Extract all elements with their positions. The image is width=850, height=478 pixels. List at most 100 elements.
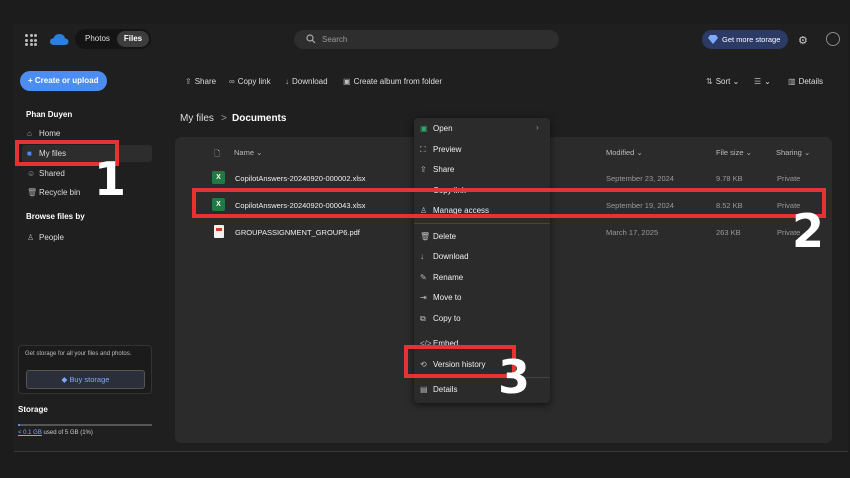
trash-icon: 🗑 (27, 188, 38, 197)
download-icon: ↓ (420, 252, 424, 261)
create-or-upload-button[interactable]: + Create or upload (20, 71, 107, 91)
column-header-label: File size (716, 148, 744, 157)
column-header-modified[interactable]: Modified ⌄ (606, 148, 643, 157)
menu-item-details[interactable]: ▤ Details (420, 385, 457, 394)
buy-storage-button[interactable]: ◆ Buy storage (26, 370, 145, 389)
share-label: Share (194, 77, 217, 86)
file-modified: September 23, 2024 (606, 174, 674, 183)
menu-item-copy-to[interactable]: ⧉ Copy to (420, 314, 461, 324)
home-icon: ⌂ (27, 129, 32, 138)
menu-item-move-to[interactable]: ⇥ Move to (420, 293, 461, 302)
rename-icon: ✎ (420, 273, 427, 282)
menu-item-label: Open (433, 124, 453, 133)
menu-item-rename[interactable]: ✎ Rename (420, 273, 463, 282)
trash-icon: 🗑 (420, 232, 431, 241)
share-button[interactable]: ⇪ Share (185, 77, 216, 86)
create-album-button[interactable]: ▣ Create album from folder (343, 77, 442, 86)
user-name: Phan Duyen (26, 110, 73, 119)
link-icon: ∞ (229, 77, 235, 86)
annotation-number-3: 3 (498, 350, 531, 404)
column-header-sharing[interactable]: Sharing ⌄ (776, 148, 810, 157)
app-launcher-icon[interactable] (25, 34, 37, 46)
browse-heading: Browse files by (26, 212, 85, 221)
file-name[interactable]: CopilotAnswers-20240920-000002.xlsx (235, 174, 366, 183)
account-avatar[interactable] (826, 32, 840, 46)
storage-used: < 0.1 GB used of 5 GB (1%) (18, 430, 93, 436)
breadcrumb-separator: > (221, 113, 227, 124)
preview-icon: ⛶ (420, 145, 426, 154)
sidebar-item-recycle-bin[interactable]: 🗑 Recycle bin (27, 188, 80, 197)
download-icon: ↓ (285, 77, 289, 86)
list-view-icon: ☰ (754, 77, 762, 86)
details-pane-icon: ▥ (788, 77, 796, 86)
get-more-storage-label: Get more storage (722, 35, 781, 44)
pdf-icon (214, 225, 224, 238)
column-header-name[interactable]: Name ⌄ (234, 148, 262, 157)
search-icon (306, 34, 316, 44)
excel-icon: X (212, 171, 225, 184)
menu-divider (414, 223, 550, 224)
sidebar-item-label: Recycle bin (39, 188, 81, 197)
create-album-label: Create album from folder (353, 77, 443, 86)
menu-item-preview[interactable]: ⛶ Preview (420, 145, 461, 155)
menu-item-label: Download (433, 252, 469, 261)
column-header-label: Name (234, 148, 255, 157)
annotation-number-2: 2 (792, 204, 825, 258)
buy-storage-label: Buy storage (69, 375, 110, 384)
menu-item-label: Preview (433, 145, 462, 154)
file-size: 9.78 KB (716, 174, 743, 183)
menu-item-open[interactable]: ▣ Open (420, 124, 453, 133)
storage-used-text: used of 5 GB (1%) (41, 430, 93, 436)
details-label: Details (798, 77, 824, 86)
file-modified: March 17, 2025 (606, 228, 659, 237)
storage-used-link[interactable]: < 0.1 GB (18, 430, 42, 436)
tab-photos[interactable]: Photos (79, 31, 116, 47)
details-button[interactable]: ▥ Details (788, 77, 823, 86)
promo-text: Get storage for all your files and photo… (25, 351, 132, 357)
menu-item-label: Delete (433, 232, 457, 241)
sort-label: Sort (715, 77, 731, 86)
sidebar-item-home[interactable]: ⌂ Home (27, 129, 60, 138)
menu-item-label: Copy to (433, 314, 461, 323)
view-options-button[interactable]: ☰ ⌄ (754, 77, 771, 86)
onedrive-cloud-icon[interactable] (49, 33, 69, 46)
storage-bar (18, 424, 152, 426)
share-icon: ⇪ (185, 77, 192, 86)
copy-icon: ⧉ (420, 314, 426, 323)
annotation-number-1: 1 (94, 152, 127, 206)
download-label: Download (292, 77, 328, 86)
chevron-right-icon: › (536, 123, 539, 132)
create-or-upload-label: Create or upload (34, 76, 99, 85)
sidebar-item-people[interactable]: ♙ People (27, 233, 64, 242)
menu-item-label: Rename (433, 273, 464, 282)
column-header-size[interactable]: File size ⌄ (716, 148, 752, 157)
menu-item-download[interactable]: ↓ Download (420, 252, 469, 261)
storage-title: Storage (18, 405, 48, 414)
search-placeholder: Search (322, 35, 348, 44)
menu-item-delete[interactable]: 🗑 Delete (420, 232, 456, 241)
copy-link-label: Copy link (237, 77, 271, 86)
person-icon: ♙ (27, 233, 35, 242)
sidebar-item-label: Home (39, 129, 61, 138)
excel-icon: ▣ (420, 124, 428, 133)
breadcrumb-my-files[interactable]: My files (180, 113, 214, 124)
share-icon: ⇪ (420, 165, 427, 174)
sort-button[interactable]: ⇅ Sort ⌄ (706, 77, 739, 86)
download-button[interactable]: ↓ Download (285, 77, 328, 86)
gear-icon[interactable]: ⚙ (798, 34, 808, 47)
sidebar-item-label: Shared (39, 169, 65, 178)
sort-icon: ⇅ (706, 77, 713, 86)
column-header-label: Sharing (776, 148, 802, 157)
sidebar-item-shared[interactable]: ☺ Shared (27, 169, 65, 178)
file-type-icon: 🗋 (214, 149, 221, 158)
annotation-box-selected-file (192, 188, 826, 218)
menu-item-share[interactable]: ⇪ Share (420, 165, 454, 174)
menu-item-label: Move to (433, 293, 462, 302)
copy-link-button[interactable]: ∞ Copy link (229, 77, 271, 86)
file-name[interactable]: GROUPASSIGNMENT_GROUP6.pdf (235, 228, 360, 237)
menu-item-label: Details (433, 385, 458, 394)
file-sharing: Private (777, 174, 801, 183)
tab-files[interactable]: Files (117, 31, 149, 47)
details-icon: ▤ (420, 385, 428, 394)
sidebar-item-label: People (39, 233, 64, 242)
